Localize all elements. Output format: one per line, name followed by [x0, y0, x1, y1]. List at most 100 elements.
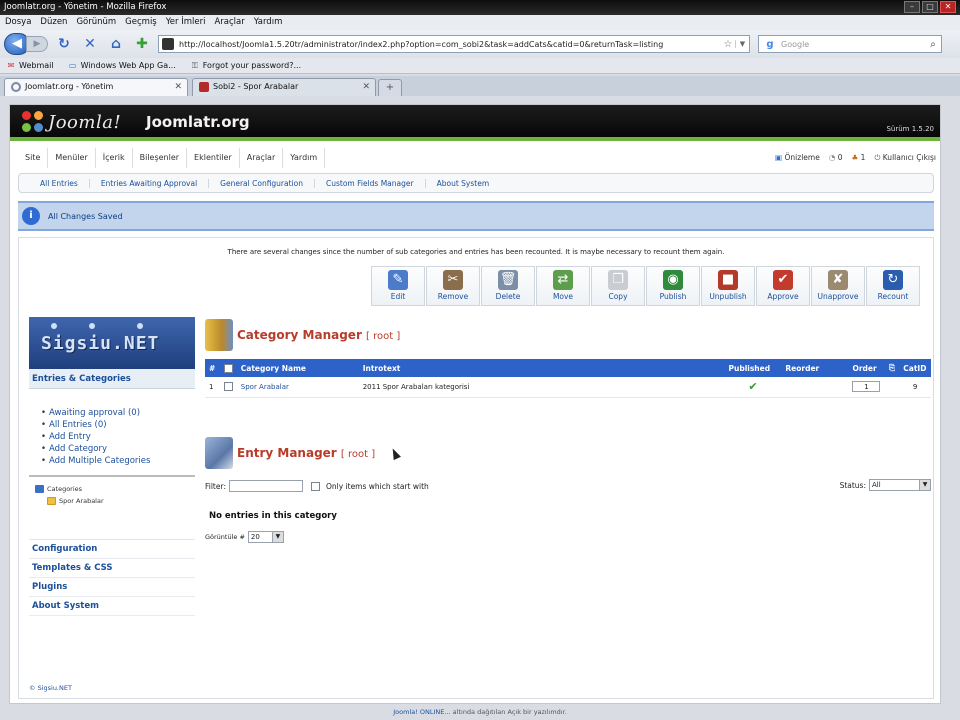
menu-history[interactable]: Geçmiş — [125, 15, 157, 30]
submenu-general-configuration[interactable]: General Configuration — [209, 178, 315, 188]
row-checkbox[interactable] — [223, 382, 233, 392]
toolbar-move-button[interactable]: ⇄ Move — [536, 266, 590, 306]
admin-menu-tools[interactable]: Araçlar — [240, 148, 284, 168]
entry-manager-path[interactable]: [ root ] — [341, 449, 375, 460]
filter-input[interactable] — [228, 480, 303, 492]
submenu-entries-awaiting-approval[interactable]: Entries Awaiting Approval — [90, 178, 210, 188]
admin-menu-content[interactable]: İçerik — [96, 148, 133, 168]
row-published[interactable]: ✔ — [724, 377, 782, 398]
footer-link[interactable]: Joomla! ONLINE... — [393, 708, 450, 716]
menu-bookmarks[interactable]: Yer İmleri — [166, 15, 206, 30]
submenu-all-entries[interactable]: All Entries — [29, 178, 90, 188]
sidebar-link-add-category[interactable]: Add Category — [41, 443, 195, 455]
sidebar-link-about-system[interactable]: About System — [29, 597, 195, 616]
menu-help[interactable]: Yardım — [254, 15, 283, 30]
chevron-down-icon[interactable]: ▼ — [919, 480, 930, 490]
minimize-button[interactable]: – — [904, 1, 920, 13]
col-save-order[interactable]: ⎘ — [885, 359, 900, 377]
logout-icon: ⏻ — [874, 153, 881, 162]
category-manager-path[interactable]: [ root ] — [366, 331, 400, 342]
col-introtext[interactable]: Introtext — [358, 359, 725, 377]
reload-icon[interactable]: ↻ — [54, 34, 74, 54]
preview-link[interactable]: ▣ Önizleme — [775, 148, 820, 168]
toolbar-approve-button[interactable]: ✔ Approve — [756, 266, 810, 306]
sidebar-link-plugins[interactable]: Plugins — [29, 578, 195, 597]
row-order[interactable]: 1 — [848, 377, 886, 398]
select-all-checkbox[interactable] — [223, 363, 233, 373]
bookmark-star-icon[interactable]: ☆ — [721, 39, 735, 50]
address-bar[interactable]: http://localhost/Joomla1.5.20tr/administ… — [158, 35, 750, 53]
tab-sobi2-spor-arabalar[interactable]: Sobi2 - Spor Arabalar ✕ — [192, 78, 376, 96]
logout-link[interactable]: ⏻ Kullanıcı Çıkışı — [874, 148, 936, 168]
sidebar-link-add-multiple-categories[interactable]: Add Multiple Categories — [41, 455, 195, 467]
col-catid[interactable]: CatID — [899, 359, 931, 377]
search-box[interactable]: g Google ⌕ — [758, 35, 942, 53]
order-input[interactable]: 1 — [852, 381, 881, 393]
menu-tools[interactable]: Araçlar — [214, 15, 244, 30]
sigsiu-copyright[interactable]: © Sigsiu.NET — [29, 684, 72, 692]
toolbar-recount-button[interactable]: ↻ Recount — [866, 266, 920, 306]
published-check-icon[interactable]: ✔ — [748, 380, 757, 393]
col-select-all[interactable] — [219, 359, 237, 377]
col-published[interactable]: Published — [724, 359, 782, 377]
url-text[interactable]: http://localhost/Joomla1.5.20tr/administ… — [179, 40, 721, 49]
display-limit-select[interactable]: 20 ▼ — [247, 531, 284, 543]
row-select[interactable] — [219, 377, 237, 398]
col-order[interactable]: Order — [848, 359, 886, 377]
bookmark-windows-web-app[interactable]: ▭ Windows Web App Ga... — [68, 58, 176, 73]
bookmark-forgot-password[interactable]: ⚿ Forgot your password?... — [190, 58, 301, 73]
row-category-name[interactable]: Spor Arabalar — [236, 377, 359, 398]
sidebar-link-templates-css[interactable]: Templates & CSS — [29, 559, 195, 578]
toolbar-delete-button[interactable]: 🗑 Delete — [481, 266, 535, 306]
new-tab-button[interactable]: + — [378, 79, 402, 96]
admin-menu-menus[interactable]: Menüler — [48, 148, 96, 168]
tree-node-spor-arabalar[interactable]: Spor Arabalar — [35, 495, 195, 507]
users-link[interactable]: ♣ 1 — [852, 148, 866, 168]
status-select[interactable]: All ▼ — [869, 479, 931, 491]
sidebar-link-add-entry[interactable]: Add Entry — [41, 431, 195, 443]
status-select-value: All — [872, 481, 881, 489]
entry-manager-title-text: Entry Manager — [237, 446, 337, 460]
site-favicon-icon — [162, 38, 174, 50]
submenu-about-system[interactable]: About System — [426, 179, 501, 188]
bookmark-webmail[interactable]: ✉ Webmail — [6, 58, 54, 73]
save-order-icon[interactable]: ⎘ — [889, 363, 895, 372]
home-icon[interactable]: ⌂ — [106, 34, 126, 54]
tree-root[interactable]: Categories — [35, 483, 195, 495]
google-icon[interactable]: g — [759, 39, 781, 50]
submenu-custom-fields-manager[interactable]: Custom Fields Manager — [315, 178, 426, 188]
addon-icon[interactable]: ✚ — [132, 34, 152, 54]
messages-link[interactable]: ◔ 0 — [829, 148, 843, 168]
no-entries-message: No entries in this category — [209, 511, 337, 521]
close-tab-icon[interactable]: ✕ — [174, 79, 182, 95]
sidebar-link-all-entries[interactable]: All Entries (0) — [41, 419, 195, 431]
sidebar-link-configuration[interactable]: Configuration — [29, 540, 195, 559]
admin-menu-help[interactable]: Yardım — [283, 148, 326, 168]
admin-menu-extensions[interactable]: Eklentiler — [187, 148, 240, 168]
admin-menu-components[interactable]: Bileşenler — [133, 148, 188, 168]
forward-button[interactable]: ▶ — [26, 36, 48, 52]
toolbar-edit-button[interactable]: ✎ Edit — [371, 266, 425, 306]
close-window-button[interactable]: ✕ — [940, 1, 956, 13]
stop-icon[interactable]: ✕ — [80, 34, 100, 54]
toolbar-unapprove-button[interactable]: ✘ Unapprove — [811, 266, 865, 306]
toolbar-remove-button[interactable]: ✂ Remove — [426, 266, 480, 306]
menu-edit[interactable]: Düzen — [40, 15, 67, 30]
url-dropdown-icon[interactable]: ▼ — [735, 40, 749, 48]
sidebar-link-awaiting-approval[interactable]: Awaiting approval (0) — [41, 407, 195, 419]
search-placeholder[interactable]: Google — [781, 40, 925, 49]
toolbar-unpublish-button[interactable]: ■ Unpublish — [701, 266, 755, 306]
site-favicon-icon — [199, 82, 209, 92]
toolbar-publish-button[interactable]: ◉ Publish — [646, 266, 700, 306]
close-tab-icon[interactable]: ✕ — [362, 79, 370, 95]
search-icon[interactable]: ⌕ — [925, 39, 941, 50]
chevron-down-icon[interactable]: ▼ — [271, 532, 283, 542]
tab-joomlatr-admin[interactable]: Joomlatr.org - Yönetim ✕ — [4, 78, 188, 96]
toolbar-copy-button[interactable]: ❐ Copy — [591, 266, 645, 306]
col-category-name[interactable]: Category Name — [236, 359, 359, 377]
menu-view[interactable]: Görünüm — [76, 15, 116, 30]
only-items-checkbox[interactable] — [310, 481, 320, 491]
maximize-button[interactable]: □ — [922, 1, 938, 13]
admin-menu-site[interactable]: Site — [18, 148, 49, 168]
menu-file[interactable]: Dosya — [5, 15, 31, 30]
